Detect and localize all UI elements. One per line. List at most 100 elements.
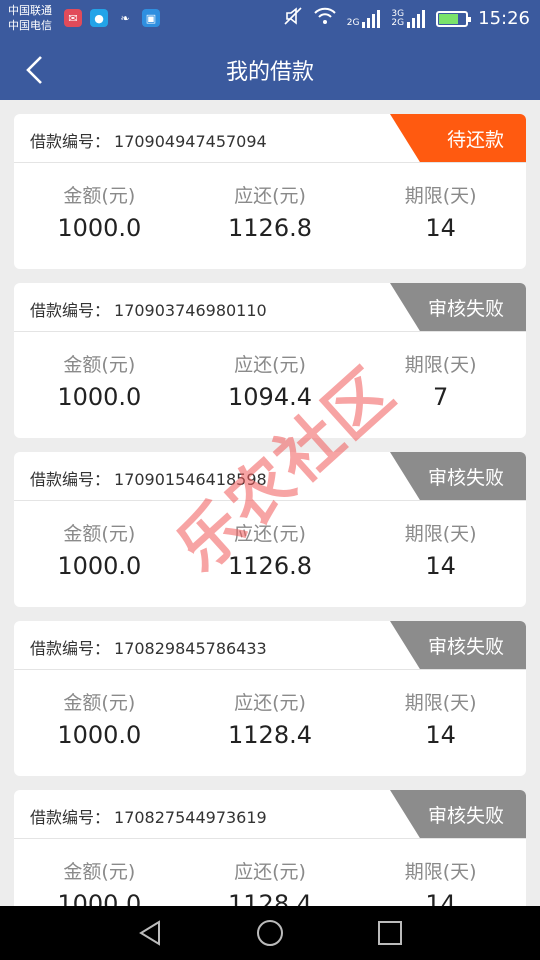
loan-number-label: 借款编号： [30, 808, 111, 827]
triangle-back-icon [139, 920, 160, 946]
loan-number-label: 借款编号： [30, 301, 111, 320]
term-stat: 期限(天) 14 [355, 859, 526, 906]
nav-home-button[interactable] [252, 918, 288, 948]
loan-number-label: 借款编号： [30, 132, 111, 151]
loan-list[interactable]: 借款编号： 170904947457094 待还款 金额(元) 1000.0 应还… [14, 114, 526, 906]
status-bar: 中国联通 中国电信 ✉ ● ❧ ▣ 2G 3G 2G 15:26 [0, 0, 540, 38]
mail-app-icon: ✉ [64, 9, 82, 27]
term-label: 期限(天) [404, 354, 477, 376]
term-value: 14 [425, 552, 456, 580]
loan-number-value: 170904947457094 [114, 132, 267, 151]
term-value: 7 [433, 383, 449, 411]
term-label: 期限(天) [404, 523, 477, 545]
loan-number-label: 借款编号： [30, 639, 111, 658]
loan-card[interactable]: 借款编号： 170903746980110 审核失败 金额(元) 1000.0 应… [14, 283, 526, 438]
due-stat: 应还(元) 1128.4 [185, 859, 356, 906]
signal-bars-icon [407, 9, 426, 28]
due-label: 应还(元) [234, 861, 306, 883]
loan-number: 借款编号： 170901546418598 [30, 466, 267, 490]
nav-back-button[interactable] [132, 918, 168, 948]
term-label: 期限(天) [404, 692, 477, 714]
due-label: 应还(元) [234, 692, 306, 714]
clock: 15:26 [478, 8, 530, 29]
status-badge: 待还款 [390, 114, 526, 162]
loan-card[interactable]: 借款编号： 170829845786433 审核失败 金额(元) 1000.0 应… [14, 621, 526, 776]
loan-number: 借款编号： 170827544973619 [30, 804, 267, 828]
amount-label: 金额(元) [63, 185, 136, 207]
loan-card-header: 借款编号： 170827544973619 审核失败 [14, 790, 526, 839]
status-indicators: 2G 3G 2G 15:26 [283, 6, 530, 31]
due-value: 1126.8 [228, 214, 312, 242]
due-label: 应还(元) [234, 185, 306, 207]
amount-value: 1000.0 [57, 721, 142, 749]
loan-card-header: 借款编号： 170901546418598 审核失败 [14, 452, 526, 501]
leaf-app-icon: ❧ [120, 11, 130, 25]
loan-stats: 金额(元) 1000.0 应还(元) 1126.8 期限(天) 14 [14, 501, 526, 606]
due-stat: 应还(元) 1128.4 [185, 690, 356, 775]
due-value: 1128.4 [228, 721, 312, 749]
amount-value: 1000.0 [57, 214, 142, 242]
status-badge: 审核失败 [390, 621, 526, 669]
due-label: 应还(元) [234, 523, 306, 545]
due-stat: 应还(元) 1094.4 [185, 352, 356, 437]
loan-stats: 金额(元) 1000.0 应还(元) 1126.8 期限(天) 14 [14, 163, 526, 268]
amount-value: 1000.0 [57, 890, 142, 906]
loan-number-value: 170827544973619 [114, 808, 267, 827]
amount-value: 1000.0 [57, 383, 142, 411]
status-badge: 审核失败 [390, 452, 526, 500]
amount-stat: 金额(元) 1000.0 [14, 521, 185, 606]
term-stat: 期限(天) 14 [355, 690, 526, 775]
term-label: 期限(天) [404, 185, 477, 207]
carrier-1: 中国联通 [8, 4, 52, 17]
term-value: 14 [425, 890, 456, 906]
term-value: 14 [425, 721, 456, 749]
due-stat: 应还(元) 1126.8 [185, 521, 356, 606]
term-label: 期限(天) [404, 861, 477, 883]
due-stat: 应还(元) 1126.8 [185, 183, 356, 268]
due-value: 1126.8 [228, 552, 312, 580]
amount-stat: 金额(元) 1000.0 [14, 352, 185, 437]
amount-label: 金额(元) [63, 354, 136, 376]
battery-icon [436, 10, 472, 27]
amount-stat: 金额(元) 1000.0 [14, 859, 185, 906]
status-badge: 审核失败 [390, 283, 526, 331]
loan-number: 借款编号： 170903746980110 [30, 297, 267, 321]
notification-icons: ✉ ● ❧ ▣ [64, 9, 160, 27]
loan-card[interactable]: 借款编号： 170827544973619 审核失败 金额(元) 1000.0 应… [14, 790, 526, 906]
gallery-app-icon: ▣ [142, 9, 160, 27]
term-stat: 期限(天) 7 [355, 352, 526, 437]
loan-card-header: 借款编号： 170829845786433 审核失败 [14, 621, 526, 670]
chat-app-icon: ● [90, 9, 108, 27]
signal-2: 3G 2G [391, 9, 426, 28]
term-value: 14 [425, 214, 456, 242]
loan-card[interactable]: 借款编号： 170901546418598 审核失败 金额(元) 1000.0 应… [14, 452, 526, 607]
loan-card-header: 借款编号： 170903746980110 审核失败 [14, 283, 526, 332]
due-value: 1094.4 [228, 383, 312, 411]
wifi-icon [313, 7, 337, 30]
term-stat: 期限(天) 14 [355, 183, 526, 268]
term-stat: 期限(天) 14 [355, 521, 526, 606]
page-title: 我的借款 [225, 60, 314, 85]
loan-stats: 金额(元) 1000.0 应还(元) 1128.4 期限(天) 14 [14, 670, 526, 775]
loan-card[interactable]: 借款编号： 170904947457094 待还款 金额(元) 1000.0 应还… [14, 114, 526, 269]
amount-stat: 金额(元) 1000.0 [14, 690, 185, 775]
navigation-bar [0, 906, 540, 960]
loan-number: 借款编号： 170904947457094 [30, 128, 267, 152]
amount-label: 金额(元) [63, 861, 136, 883]
loan-number: 借款编号： 170829845786433 [30, 635, 267, 659]
amount-value: 1000.0 [57, 552, 142, 580]
loan-number-label: 借款编号： [30, 470, 111, 489]
carrier-info: 中国联通 中国电信 [8, 3, 52, 33]
amount-label: 金额(元) [63, 523, 136, 545]
nav-recent-button[interactable] [372, 918, 408, 948]
title-bar: 我的借款 [0, 38, 540, 100]
signal-1: 2G [347, 9, 382, 28]
amount-stat: 金额(元) 1000.0 [14, 183, 185, 268]
circle-home-icon [257, 920, 283, 946]
signal-bars-icon [362, 9, 381, 28]
loan-stats: 金额(元) 1000.0 应还(元) 1094.4 期限(天) 7 [14, 332, 526, 437]
status-badge: 审核失败 [390, 790, 526, 838]
battery-level [439, 13, 458, 24]
loan-number-value: 170903746980110 [114, 301, 267, 320]
loan-number-value: 170829845786433 [114, 639, 267, 658]
